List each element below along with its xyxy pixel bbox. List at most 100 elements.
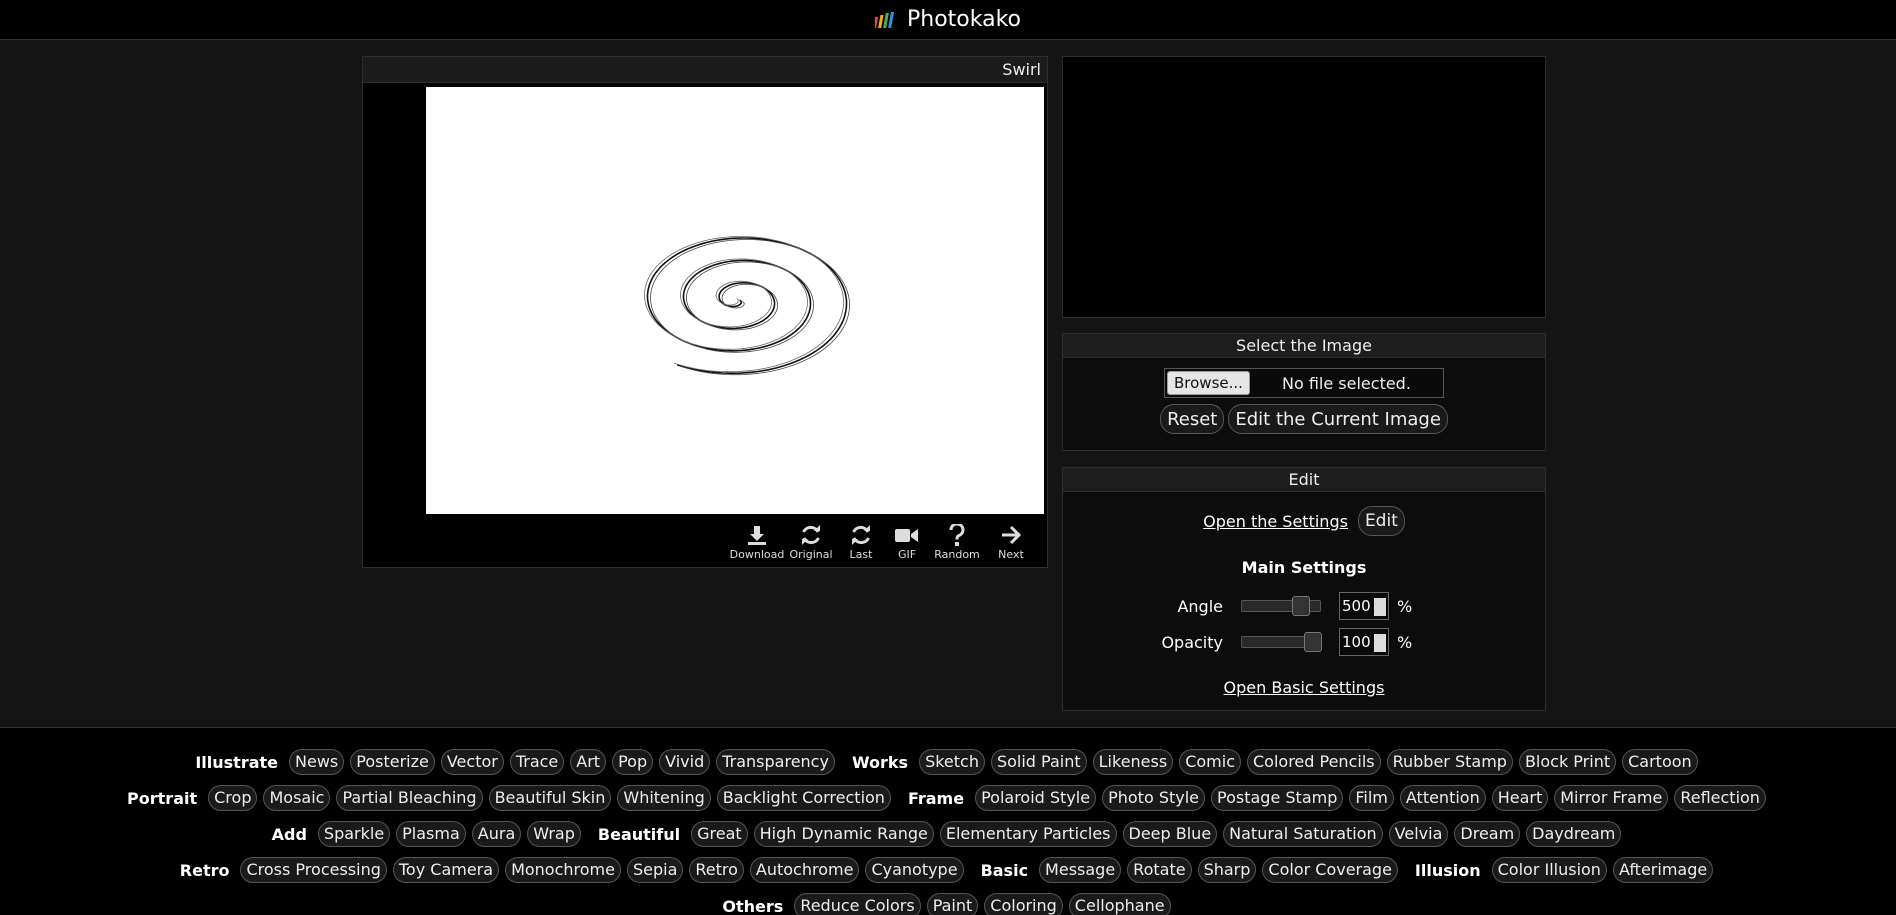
effect-button[interactable]: Film — [1349, 785, 1394, 811]
select-image-title: Select the Image — [1063, 334, 1545, 358]
effects-footer: Illustrate News Posterize Vector Trace Art Pop… — [0, 727, 1896, 915]
effect-button[interactable]: Cross Processing — [240, 857, 387, 883]
opacity-label: Opacity — [1161, 632, 1223, 652]
effects-row: Others Reduce Colors Paint Coloring Cellopha… — [0, 893, 1896, 915]
effect-button[interactable]: Deep Blue — [1122, 821, 1218, 847]
effect-button[interactable]: Art — [570, 749, 607, 775]
effect-button[interactable]: Beautiful Skin — [488, 785, 612, 811]
edit-panel: Edit Open the Settings Edit Main Setting… — [1062, 467, 1546, 711]
effect-button[interactable]: Paint — [926, 893, 979, 915]
effect-button[interactable]: Color Illusion — [1491, 857, 1607, 883]
effect-button[interactable]: Likeness — [1092, 749, 1174, 775]
effect-button[interactable]: Message — [1039, 857, 1122, 883]
angle-setting: Angle 500 % — [1063, 592, 1545, 620]
effect-button[interactable]: Transparency — [716, 749, 835, 775]
video-camera-icon — [895, 529, 918, 542]
edit-title: Edit — [1063, 468, 1545, 492]
effect-button[interactable]: Cellophane — [1068, 893, 1171, 915]
opacity-slider[interactable] — [1241, 632, 1322, 652]
category-label: Portrait — [127, 788, 198, 808]
effect-button[interactable]: Afterimage — [1612, 857, 1714, 883]
select-image-panel: Select the Image Browse... No file selec… — [1062, 333, 1546, 451]
effect-button[interactable]: Postage Stamp — [1211, 785, 1344, 811]
effect-button[interactable]: Velvia — [1388, 821, 1449, 847]
effect-button[interactable]: Daydream — [1526, 821, 1622, 847]
effect-button[interactable]: Dream — [1454, 821, 1521, 847]
effects-row: Retro Cross Processing Toy Camera Monochrom… — [0, 857, 1896, 883]
effect-button[interactable]: Mirror Frame — [1554, 785, 1669, 811]
effect-button[interactable]: Crop — [208, 785, 258, 811]
effect-button[interactable]: Color Coverage — [1262, 857, 1398, 883]
effect-button[interactable]: Reflection — [1674, 785, 1766, 811]
effect-button[interactable]: News — [289, 749, 345, 775]
download-button[interactable]: Download — [730, 523, 784, 561]
category-label: Basic — [980, 860, 1029, 880]
angle-spinner[interactable] — [1374, 598, 1386, 616]
angle-slider[interactable] — [1241, 596, 1321, 616]
open-settings-link[interactable]: Open the Settings — [1203, 512, 1348, 531]
effect-button[interactable]: Wrap — [527, 821, 581, 847]
file-input[interactable]: Browse... No file selected. — [1164, 368, 1444, 398]
effect-button[interactable]: Heart — [1491, 785, 1549, 811]
effect-button[interactable]: Sharp — [1197, 857, 1257, 883]
effect-button[interactable]: Partial Bleaching — [336, 785, 483, 811]
refresh-icon — [852, 525, 870, 545]
angle-slider-thumb[interactable] — [1291, 596, 1310, 616]
effect-button[interactable]: Sepia — [626, 857, 684, 883]
angle-input[interactable]: 500 — [1339, 592, 1389, 620]
effect-button[interactable]: Reduce Colors — [794, 893, 921, 915]
effect-button[interactable]: Elementary Particles — [939, 821, 1117, 847]
effect-button[interactable]: Polaroid Style — [975, 785, 1097, 811]
effects-row: Add Sparkle Plasma Aura Wrap Beautiful Great Hi… — [0, 821, 1896, 847]
effect-button[interactable]: Attention — [1399, 785, 1486, 811]
category-label: Works — [851, 752, 909, 772]
browse-button[interactable]: Browse... — [1167, 371, 1250, 395]
effect-button[interactable]: Pop — [612, 749, 654, 775]
effect-button[interactable]: Great — [691, 821, 748, 847]
effect-button[interactable]: Natural Saturation — [1223, 821, 1383, 847]
effect-button[interactable]: Retro — [689, 857, 744, 883]
effect-button[interactable]: Colored Pencils — [1247, 749, 1381, 775]
gif-button[interactable]: GIF — [887, 523, 927, 561]
effect-button[interactable]: Monochrome — [505, 857, 621, 883]
original-button[interactable]: Original — [787, 523, 835, 561]
logo-icon — [874, 11, 894, 28]
brand[interactable]: Photokako — [874, 7, 1021, 32]
effect-button[interactable]: Posterize — [350, 749, 435, 775]
effect-button[interactable]: Toy Camera — [392, 857, 500, 883]
effect-button[interactable]: Photo Style — [1102, 785, 1206, 811]
effect-button[interactable]: Backlight Correction — [716, 785, 891, 811]
effect-button[interactable]: Rubber Stamp — [1386, 749, 1513, 775]
effect-button[interactable]: Vector — [440, 749, 504, 775]
effect-button[interactable]: Rotate — [1127, 857, 1192, 883]
effect-button[interactable]: Trace — [509, 749, 565, 775]
effect-button[interactable]: Autochrome — [749, 857, 860, 883]
next-button[interactable]: Next — [987, 523, 1035, 561]
effect-button[interactable]: Cartoon — [1622, 749, 1698, 775]
effect-button[interactable]: Cyanotype — [865, 857, 964, 883]
effect-button[interactable]: Whitening — [617, 785, 711, 811]
edit-button[interactable]: Edit — [1357, 506, 1405, 536]
effect-button[interactable]: Solid Paint — [990, 749, 1087, 775]
effect-button[interactable]: Coloring — [984, 893, 1063, 915]
effect-button[interactable]: Plasma — [396, 821, 466, 847]
top-bar: Photokako — [0, 0, 1896, 40]
effect-button[interactable]: Aura — [471, 821, 522, 847]
open-basic-settings-link[interactable]: Open Basic Settings — [1224, 678, 1385, 697]
effect-button[interactable]: Block Print — [1518, 749, 1617, 775]
opacity-slider-thumb[interactable] — [1304, 632, 1322, 652]
edit-current-image-button[interactable]: Edit the Current Image — [1228, 404, 1448, 434]
opacity-setting: Opacity 100 % — [1063, 628, 1545, 656]
reset-button[interactable]: Reset — [1160, 404, 1225, 434]
opacity-spinner[interactable] — [1374, 634, 1386, 652]
effect-button[interactable]: Sketch — [919, 749, 985, 775]
effect-button[interactable]: Mosaic — [263, 785, 331, 811]
last-button[interactable]: Last — [841, 523, 881, 561]
effect-button[interactable]: Sparkle — [317, 821, 391, 847]
swirl-image — [644, 236, 850, 376]
random-button[interactable]: Random — [933, 523, 981, 561]
effect-button[interactable]: Vivid — [659, 749, 711, 775]
opacity-input[interactable]: 100 — [1339, 628, 1389, 656]
effect-button[interactable]: High Dynamic Range — [753, 821, 934, 847]
effect-button[interactable]: Comic — [1179, 749, 1241, 775]
